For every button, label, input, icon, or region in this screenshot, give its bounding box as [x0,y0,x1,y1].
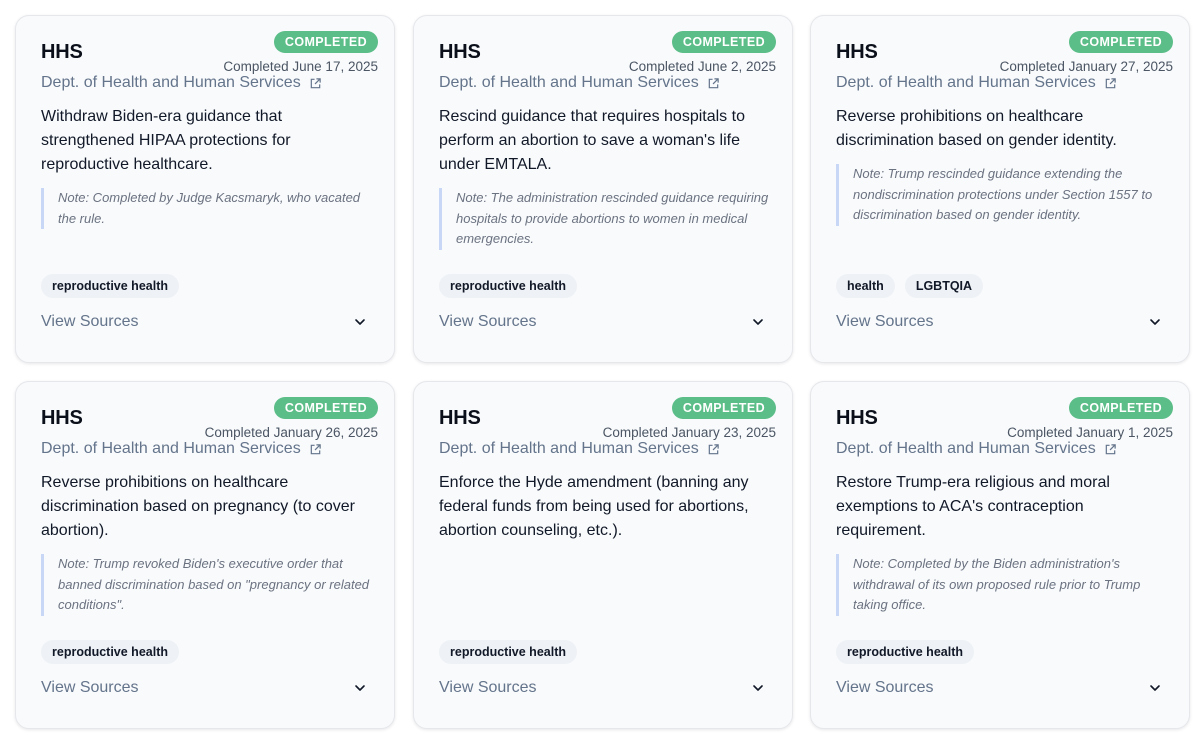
policy-card-grid: HHS COMPLETED Completed June 17, 2025 De… [0,0,1200,742]
external-link-icon [708,77,719,88]
policy-card: HHS COMPLETED Completed January 23, 2025… [413,381,793,729]
chevron-down-icon [355,319,365,325]
department-link[interactable]: Dept. of Health and Human Services [439,440,720,458]
department-name: Dept. of Health and Human Services [836,440,1096,457]
tag[interactable]: reproductive health [836,640,974,664]
tag[interactable]: health [836,274,895,298]
tag-list: reproductive health [439,640,577,664]
view-sources-label: View Sources [836,679,934,696]
view-sources-toggle[interactable]: View Sources [41,679,369,697]
external-link-icon [708,443,719,454]
tag[interactable]: LGBTQIA [904,274,984,298]
tag-list: health LGBTQIA [836,274,984,298]
tag[interactable]: reproductive health [41,640,179,664]
tag-list: reproductive health [836,640,974,664]
status-badge: COMPLETED [671,397,776,419]
department-name: Dept. of Health and Human Services [41,74,301,91]
completion-date: Completed January 26, 2025 [204,425,378,440]
status-badge: COMPLETED [1068,31,1173,53]
policy-card: HHS COMPLETED Completed January 27, 2025… [810,15,1190,363]
policy-card: HHS COMPLETED Completed June 17, 2025 De… [15,15,395,363]
view-sources-label: View Sources [41,313,139,330]
department-link[interactable]: Dept. of Health and Human Services [836,74,1117,92]
view-sources-toggle[interactable]: View Sources [439,313,767,331]
chevron-down-icon [1150,685,1160,691]
status-badge: COMPLETED [671,31,776,53]
view-sources-toggle[interactable]: View Sources [439,679,767,697]
completion-date: Completed January 1, 2025 [1007,425,1173,440]
external-link-icon [1105,77,1116,88]
policy-card: HHS COMPLETED Completed January 1, 2025 … [810,381,1190,729]
completion-date: Completed June 17, 2025 [223,59,378,74]
department-link[interactable]: Dept. of Health and Human Services [41,440,322,458]
status-badge: COMPLETED [273,397,378,419]
policy-description: Reverse prohibitions on healthcare discr… [41,474,355,539]
department-name: Dept. of Health and Human Services [41,440,301,457]
tag-list: reproductive health [41,274,179,298]
status-badge: COMPLETED [273,31,378,53]
agency-name: HHS [41,41,83,63]
department-link[interactable]: Dept. of Health and Human Services [836,440,1117,458]
chevron-down-icon [753,319,763,325]
view-sources-toggle[interactable]: View Sources [41,313,369,331]
policy-note: Note: Trump rescinded guidance extending… [836,164,1167,226]
completion-date: Completed June 2, 2025 [628,59,776,74]
policy-card: HHS COMPLETED Completed January 26, 2025… [15,381,395,729]
tag[interactable]: reproductive health [41,274,179,298]
agency-name: HHS [439,407,481,429]
external-link-icon [1105,443,1116,454]
agency-name: HHS [836,41,878,63]
policy-note: Note: Trump revoked Biden's executive or… [41,554,372,616]
tag-list: reproductive health [41,640,179,664]
policy-note: Note: The administration rescinded guida… [439,188,770,250]
view-sources-label: View Sources [439,679,537,696]
chevron-down-icon [355,685,365,691]
policy-description: Restore Trump-era religious and moral ex… [836,474,1110,539]
view-sources-label: View Sources [439,313,537,330]
department-link[interactable]: Dept. of Health and Human Services [439,74,720,92]
chevron-down-icon [1150,319,1160,325]
tag[interactable]: reproductive health [439,640,577,664]
view-sources-toggle[interactable]: View Sources [836,679,1164,697]
policy-description: Reverse prohibitions on healthcare discr… [836,108,1117,149]
tag-list: reproductive health [439,274,577,298]
department-name: Dept. of Health and Human Services [836,74,1096,91]
view-sources-toggle[interactable]: View Sources [836,313,1164,331]
agency-name: HHS [41,407,83,429]
policy-note: Note: Completed by the Biden administrat… [836,554,1167,616]
status-badge: COMPLETED [1068,397,1173,419]
completion-date: Completed January 23, 2025 [602,425,776,440]
agency-name: HHS [439,41,481,63]
external-link-icon [310,443,321,454]
agency-name: HHS [836,407,878,429]
completion-date: Completed January 27, 2025 [999,59,1173,74]
policy-description: Withdraw Biden-era guidance that strengt… [41,108,291,173]
policy-description: Rescind guidance that requires hospitals… [439,108,745,173]
chevron-down-icon [753,685,763,691]
view-sources-label: View Sources [41,679,139,696]
policy-card: HHS COMPLETED Completed June 2, 2025 Dep… [413,15,793,363]
policy-note: Note: Completed by Judge Kacsmaryk, who … [41,188,372,229]
view-sources-label: View Sources [836,313,934,330]
department-link[interactable]: Dept. of Health and Human Services [41,74,322,92]
policy-description: Enforce the Hyde amendment (banning any … [439,474,749,539]
tag[interactable]: reproductive health [439,274,577,298]
department-name: Dept. of Health and Human Services [439,74,699,91]
external-link-icon [310,77,321,88]
department-name: Dept. of Health and Human Services [439,440,699,457]
